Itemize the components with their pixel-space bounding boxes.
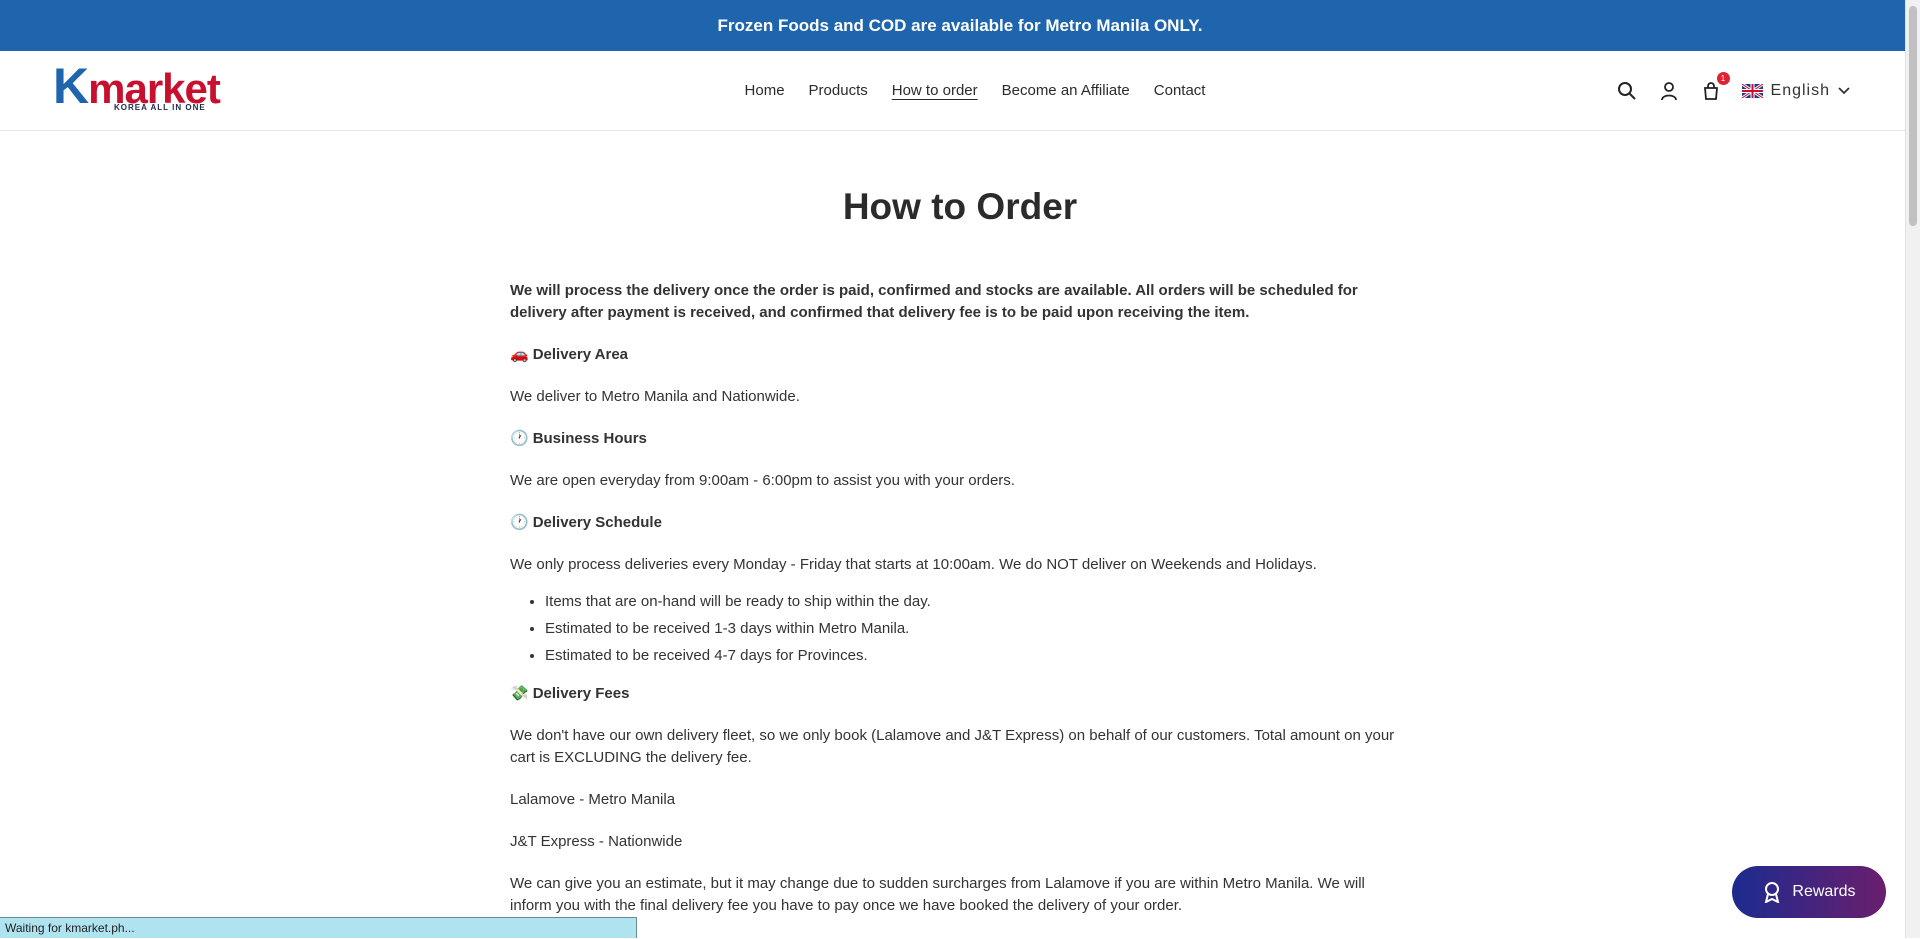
order-info: We will process the delivery once the or… <box>510 280 1410 917</box>
uk-flag-icon <box>1741 83 1763 98</box>
page-content: How to Order We will process the deliver… <box>510 131 1410 917</box>
nav-how-to-order[interactable]: How to order <box>880 82 990 99</box>
clock-icon: 🕐 <box>510 514 529 531</box>
jnt-text: J&T Express - Nationwide <box>510 833 683 850</box>
ribbon-icon <box>1765 882 1780 903</box>
business-hours-text: We are open everyday from 9:00am - 6:00p… <box>510 472 1015 489</box>
section-delivery-fees: 💸 Delivery Fees <box>510 685 630 702</box>
announcement-text: Frozen Foods and COD are available for M… <box>717 15 1203 35</box>
chevron-down-icon <box>1838 86 1850 94</box>
page-title: How to Order <box>842 186 1078 227</box>
cart-count-badge: 1 <box>1716 71 1730 85</box>
section-business-hours: 🕐 Business Hours <box>510 430 647 447</box>
delivery-schedule-text: We only process deliveries every Monday … <box>510 556 1317 573</box>
language-selector[interactable]: English <box>1741 81 1850 100</box>
delivery-fees-text: We don't have our own delivery fleet, so… <box>510 727 1395 766</box>
nav-home[interactable]: Home <box>733 82 797 99</box>
account-icon[interactable] <box>1658 80 1680 102</box>
nav-products[interactable]: Products <box>797 82 880 99</box>
lead-paragraph: We will process the delivery once the or… <box>510 282 1358 321</box>
rewards-button[interactable]: Rewards <box>1732 866 1886 918</box>
page-scrollbar[interactable] <box>1905 0 1920 938</box>
delivery-schedule-list: Items that are on-hand will be ready to … <box>510 588 1410 669</box>
search-icon[interactable] <box>1616 80 1638 102</box>
language-label: English <box>1770 81 1830 99</box>
car-icon: 🚗 <box>510 346 529 363</box>
delivery-area-text: We deliver to Metro Manila and Nationwid… <box>510 388 800 405</box>
money-icon: 💸 <box>510 685 529 702</box>
list-item: Estimated to be received 1-3 days within… <box>545 615 1410 642</box>
list-item: Items that are on-hand will be ready to … <box>545 588 1410 615</box>
list-item: Estimated to be received 4-7 days for Pr… <box>545 642 1410 669</box>
estimate-text: We can give you an estimate, but it may … <box>510 875 1365 914</box>
nav-contact[interactable]: Contact <box>1142 82 1218 99</box>
rewards-label: Rewards <box>1792 883 1856 900</box>
browser-status-bar: Waiting for kmarket.ph... <box>0 917 637 938</box>
section-delivery-area: 🚗 Delivery Area <box>510 346 629 363</box>
header-actions: 1 English <box>1616 51 1850 130</box>
scrollbar-thumb[interactable] <box>1909 6 1917 226</box>
cart-icon[interactable]: 1 <box>1700 71 1730 102</box>
clock-icon: 🕐 <box>510 430 529 447</box>
nav-become-affiliate[interactable]: Become an Affiliate <box>990 82 1142 99</box>
site-header: Kmarket KOREA ALL IN ONE Home Products H… <box>0 51 1920 131</box>
announcement-bar: Frozen Foods and COD are available for M… <box>0 0 1920 51</box>
section-delivery-schedule: 🕐 Delivery Schedule <box>510 514 662 531</box>
lalamove-text: Lalamove - Metro Manila <box>510 791 676 808</box>
